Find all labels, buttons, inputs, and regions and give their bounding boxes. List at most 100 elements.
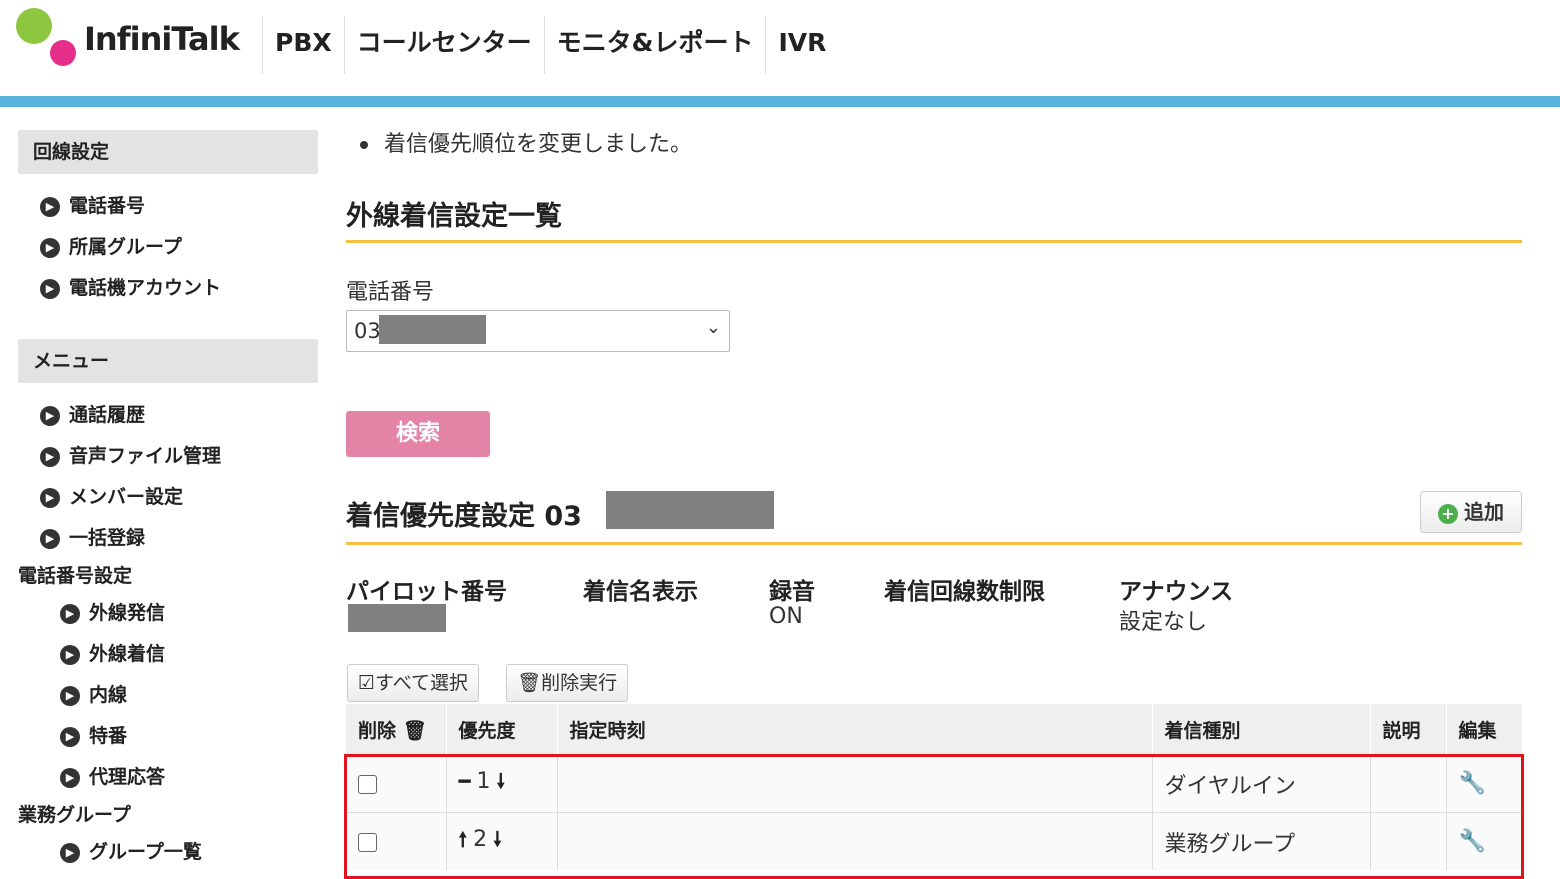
delete-cell <box>346 754 447 813</box>
sidebar-item-label: 電話番号 <box>69 195 146 217</box>
chevron-right-icon: ▶ <box>60 726 80 747</box>
sidebar-item-phone-account[interactable]: ▶ 電話機アカウント <box>18 268 318 309</box>
time-cell <box>557 812 1153 870</box>
chevron-right-icon: ▶ <box>40 528 60 549</box>
delete-checkbox[interactable] <box>358 774 377 794</box>
delete-execute-button[interactable]: 🗑削除実行 <box>506 664 629 702</box>
chevron-right-icon: ▶ <box>60 644 80 665</box>
priority-table: 削除 🗑 優先度 指定時刻 着信種別 説明 編集 ━ 1 🠗 ダイヤルイン 🔧 🠕 2… <box>346 704 1522 870</box>
description-cell <box>1370 812 1447 870</box>
sidebar-subsection-phone-settings: 電話番号設定 <box>18 565 133 587</box>
plus-circle-icon: + <box>1438 503 1458 524</box>
sidebar: 回線設定 ▶ 電話番号 ▶ 所属グループ ▶ 電話機アカウント メニュー ▶ 通話履歴 … <box>18 130 318 873</box>
sidebar-item-extension[interactable]: ▶ 内線 <box>18 675 318 716</box>
sidebar-item-audio-files[interactable]: ▶ 音声ファイル管理 <box>18 436 318 477</box>
sidebar-item-inbound[interactable]: ▶ 外線着信 <box>18 634 318 675</box>
trash-icon: 🗑 <box>517 672 542 694</box>
col-header-description: 説明 <box>1370 704 1447 755</box>
chevron-right-icon: ▶ <box>40 278 60 299</box>
chevron-right-icon: ▶ <box>40 487 60 508</box>
sidebar-item-call-history[interactable]: ▶ 通話履歴 <box>18 395 318 436</box>
search-button[interactable]: 検索 <box>346 411 490 457</box>
add-button-label: 追加 <box>1464 500 1504 524</box>
sidebar-item-proxy-answer[interactable]: ▶ 代理応答 <box>18 757 318 798</box>
success-notice: 着信優先順位を変更しました。 <box>360 126 692 158</box>
select-all-label: すべて選択 <box>375 672 468 694</box>
time-cell <box>557 754 1153 813</box>
redacted-block <box>606 491 774 529</box>
arrow-down-icon[interactable]: 🠗 <box>493 827 502 851</box>
sidebar-item-label: 一括登録 <box>69 527 146 549</box>
bullet-icon <box>360 141 368 149</box>
wrench-icon[interactable]: 🔧 <box>1459 829 1486 854</box>
priority-value: 1 <box>476 768 491 794</box>
chevron-down-icon: ⌄ <box>705 317 721 338</box>
table-header-row: 削除 🗑 優先度 指定時刻 着信種別 説明 編集 <box>346 704 1522 755</box>
recording-label: 録音 <box>769 579 815 605</box>
announce-value: 設定なし <box>1119 610 1208 635</box>
nav-monitor-report[interactable]: モニタ&レポート <box>543 16 766 74</box>
col-header-delete: 削除 🗑 <box>346 704 447 755</box>
sidebar-item-label: 特番 <box>89 725 128 747</box>
top-navigation: PBX コールセンター モニタ&レポート IVR <box>262 16 838 74</box>
sidebar-item-group-list[interactable]: ▶ グループ一覧 <box>18 832 318 873</box>
sidebar-item-phone-number[interactable]: ▶ 電話番号 <box>18 186 318 227</box>
col-header-edit: 編集 <box>1446 704 1522 755</box>
nav-ivr[interactable]: IVR <box>765 16 838 74</box>
add-button[interactable]: + 追加 <box>1420 491 1522 533</box>
sidebar-item-outbound[interactable]: ▶ 外線発信 <box>18 593 318 634</box>
chevron-right-icon: ▶ <box>40 237 60 258</box>
logo-pink-dot <box>50 40 76 66</box>
page-title: 外線着信設定一覧 <box>346 201 562 232</box>
sidebar-subsection-business-group: 業務グループ <box>18 804 131 826</box>
chevron-right-icon: ▶ <box>60 685 80 706</box>
infinitalk-logo[interactable]: InfiniTalk <box>16 6 246 70</box>
sidebar-item-label: グループ一覧 <box>89 841 202 863</box>
chevron-right-icon: ▶ <box>40 446 60 467</box>
arrow-down-icon[interactable]: 🠗 <box>497 769 506 793</box>
notice-text: 着信優先順位を変更しました。 <box>384 132 693 157</box>
sidebar-item-member-settings[interactable]: ▶ メンバー設定 <box>18 477 318 518</box>
pilot-number-label: パイロット番号 <box>346 579 507 605</box>
col-header-priority: 優先度 <box>446 704 558 755</box>
nav-pbx[interactable]: PBX <box>262 16 344 74</box>
sidebar-item-special-number[interactable]: ▶ 特番 <box>18 716 318 757</box>
sidebar-item-label: 外線着信 <box>89 643 166 665</box>
sidebar-item-label: 通話履歴 <box>69 404 146 426</box>
title-divider <box>346 240 1522 243</box>
recording-value: ON <box>769 604 803 629</box>
delete-label: 削除実行 <box>541 672 618 694</box>
select-all-button[interactable]: ☑すべて選択 <box>347 664 479 702</box>
table-row: ━ 1 🠗 ダイヤルイン 🔧 <box>346 754 1522 813</box>
line-limit-label: 着信回線数制限 <box>884 579 1045 605</box>
logo-green-dot <box>16 8 52 44</box>
wrench-icon[interactable]: 🔧 <box>1459 771 1486 796</box>
sidebar-item-group-membership[interactable]: ▶ 所属グループ <box>18 227 318 268</box>
delete-checkbox[interactable] <box>358 832 377 852</box>
trash-icon: 🗑 <box>402 719 427 742</box>
app-header: InfiniTalk PBX コールセンター モニタ&レポート IVR <box>0 0 1560 96</box>
chevron-right-icon: ▶ <box>60 603 80 624</box>
caller-name-label: 着信名表示 <box>583 579 698 605</box>
description-cell <box>1370 754 1447 813</box>
phone-number-select[interactable]: 03 ⌄ <box>346 310 730 352</box>
phone-select-value: 03 <box>354 319 381 343</box>
col-header-time: 指定時刻 <box>557 704 1153 755</box>
priority-cell: ━ 1 🠗 <box>446 754 558 813</box>
redacted-block <box>379 315 486 344</box>
col-header-type: 着信種別 <box>1152 704 1371 755</box>
redacted-block <box>348 604 446 632</box>
header-accent-bar <box>0 96 1560 107</box>
priority-divider <box>346 542 1522 545</box>
type-cell: ダイヤルイン <box>1152 754 1371 813</box>
minus-icon: ━ <box>458 768 471 793</box>
chevron-right-icon: ▶ <box>40 405 60 426</box>
table-row: 🠕 2 🠗 業務グループ 🔧 <box>346 812 1522 870</box>
edit-cell: 🔧 <box>1446 754 1522 813</box>
chevron-right-icon: ▶ <box>60 842 80 863</box>
arrow-up-icon[interactable]: 🠕 <box>459 827 468 851</box>
priority-cell: 🠕 2 🠗 <box>446 812 558 870</box>
nav-call-center[interactable]: コールセンター <box>343 16 544 74</box>
sidebar-item-bulk-register[interactable]: ▶ 一括登録 <box>18 518 318 559</box>
announce-label: アナウンス <box>1119 579 1234 605</box>
